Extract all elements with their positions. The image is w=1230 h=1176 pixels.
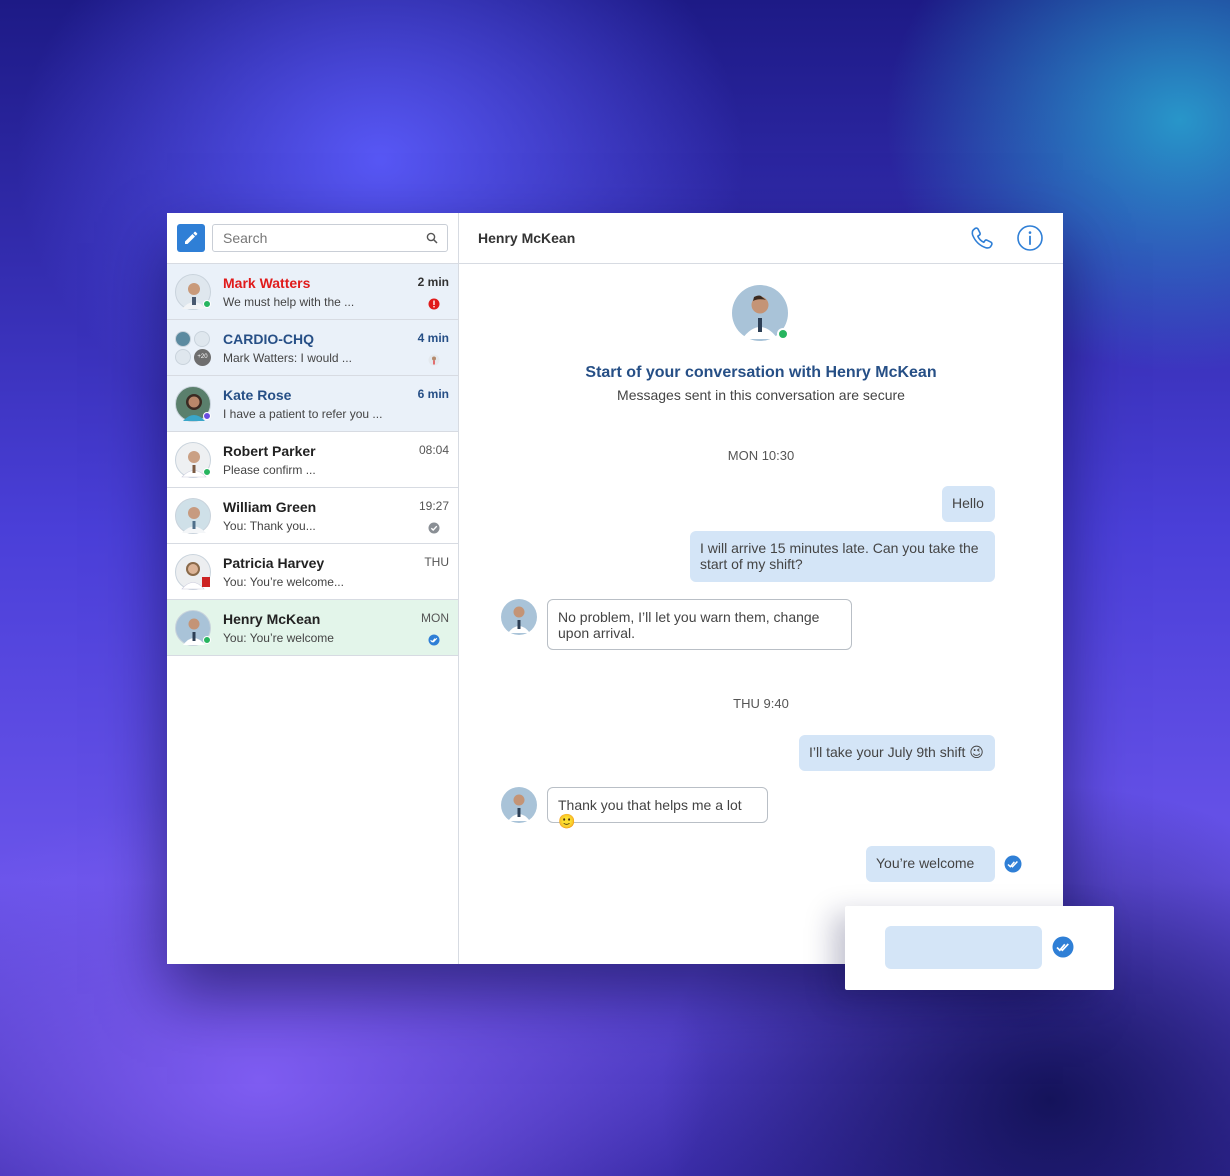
conversation-name: Henry McKean xyxy=(223,610,321,627)
phone-icon[interactable] xyxy=(968,224,996,252)
search-box[interactable] xyxy=(212,224,448,252)
conversation-time: 19:27 xyxy=(418,499,449,513)
message-bubble-outgoing: I will arrive 15 minutes late. Can you t… xyxy=(690,531,995,582)
sidebar-toolbar xyxy=(167,213,458,264)
conversation-preview: You: You’re welcome... xyxy=(223,574,344,589)
conversation-panel: Henry McKean Start of your conversation … xyxy=(459,213,1063,964)
online-indicator xyxy=(203,635,211,644)
conversation-name: Robert Parker xyxy=(223,442,316,459)
double-check-icon xyxy=(1052,936,1074,958)
avatar xyxy=(175,609,211,646)
conversation-time: 6 min xyxy=(417,387,449,401)
read-receipt-callout xyxy=(845,906,1114,990)
placeholder-message-bubble xyxy=(885,926,1042,969)
conversation-preview: I have a patient to refer you ... xyxy=(223,406,383,421)
conversation-header: Henry McKean xyxy=(459,213,1063,264)
date-separator: THU 9:40 xyxy=(733,696,789,711)
search-input[interactable] xyxy=(223,230,426,246)
avatar xyxy=(175,553,211,590)
conversation-preview: We must help with the ... xyxy=(223,294,355,309)
message-bubble-outgoing: I’ll take your July 9th shift 😉 xyxy=(799,735,995,771)
avatar xyxy=(175,497,211,534)
conversation-name: Patricia Harvey xyxy=(223,554,325,571)
conversation-name: CARDIO-CHQ xyxy=(223,330,314,347)
double-check-icon xyxy=(428,634,440,646)
contact-avatar xyxy=(501,787,537,823)
status-indicator xyxy=(203,411,211,420)
conversation-time: 4 min xyxy=(417,331,449,345)
avatar xyxy=(175,273,211,310)
conversation-preview: Please confirm ... xyxy=(223,462,316,477)
group-avatar: +20 xyxy=(175,330,211,366)
info-icon[interactable] xyxy=(1016,224,1044,252)
messenger-window: Mark Watters We must help with the ... 2… xyxy=(167,213,1063,964)
conversation-sidebar: Mark Watters We must help with the ... 2… xyxy=(167,213,459,964)
online-indicator xyxy=(203,299,211,308)
search-icon[interactable] xyxy=(426,232,438,244)
compose-button[interactable] xyxy=(177,224,205,252)
conversation-name: William Green xyxy=(223,498,317,515)
conversation-intro-title: Start of your conversation with Henry Mc… xyxy=(585,364,937,381)
conversation-preview: You: Thank you... xyxy=(223,518,316,533)
conversation-intro-subtitle: Messages sent in this conversation are s… xyxy=(617,387,905,403)
conversation-item-cardio-chq[interactable]: +20 CARDIO-CHQ Mark Watters: I would ...… xyxy=(167,320,458,376)
sender-avatar-icon xyxy=(428,354,440,366)
conversation-name: Kate Rose xyxy=(223,386,292,403)
conversation-item-william-green[interactable]: William Green You: Thank you... 19:27 xyxy=(167,488,458,544)
avatar xyxy=(175,385,211,422)
conversation-preview: Mark Watters: I would ... xyxy=(223,350,352,365)
conversation-item-mark-watters[interactable]: Mark Watters We must help with the ... 2… xyxy=(167,264,458,320)
conversation-preview: You: You’re welcome xyxy=(223,630,334,645)
contact-avatar xyxy=(501,599,537,635)
message-bubble-incoming: No problem, I’ll let you warn them, chan… xyxy=(547,599,852,650)
message-bubble-incoming: Thank you that helps me a lot 🙂 xyxy=(547,787,768,829)
message-bubble-outgoing: Hello xyxy=(942,486,995,522)
avatar xyxy=(175,441,211,478)
conversation-item-henry-mckean[interactable]: Henry McKean You: You’re welcome MON xyxy=(167,600,458,656)
online-indicator xyxy=(777,328,789,340)
conversation-time: 2 min xyxy=(417,275,449,289)
conversation-item-robert-parker[interactable]: Robert Parker Please confirm ... 08:04 xyxy=(167,432,458,488)
conversation-name: Mark Watters xyxy=(223,274,311,291)
contact-avatar xyxy=(732,285,789,341)
date-separator: MON 10:30 xyxy=(727,448,795,463)
conversation-item-kate-rose[interactable]: Kate Rose I have a patient to refer you … xyxy=(167,376,458,432)
group-member-count: +20 xyxy=(194,348,211,366)
online-indicator xyxy=(203,467,211,476)
conversation-title: Henry McKean xyxy=(478,230,576,246)
pencil-icon xyxy=(185,231,198,244)
conversation-time: THU xyxy=(424,555,449,569)
message-bubble-outgoing: You’re welcome xyxy=(866,846,995,882)
conversation-time: 08:04 xyxy=(418,443,449,457)
conversation-time: MON xyxy=(421,611,449,625)
message-thread: Start of your conversation with Henry Mc… xyxy=(459,264,1063,964)
alert-icon xyxy=(428,298,440,310)
double-check-icon xyxy=(1004,855,1022,873)
conversation-item-patricia-harvey[interactable]: Patricia Harvey You: You’re welcome... T… xyxy=(167,544,458,600)
delivered-check-icon xyxy=(428,522,440,534)
